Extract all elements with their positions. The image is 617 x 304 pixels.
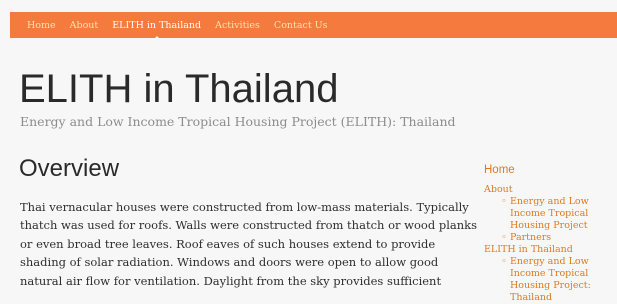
sidebar-link-partners[interactable]: ◦ Partners [484, 232, 617, 244]
nav-item-contact-us[interactable]: Contact Us [274, 20, 328, 31]
top-navbar: Home About ELITH in Thailand Activities … [10, 12, 617, 40]
sidebar-link-energy-project[interactable]: ◦ Energy and Low Income Tropical Housing … [484, 196, 617, 232]
bullet-icon: ◦ [501, 256, 507, 267]
paragraph-line: natural air flow for ventilation. Daylig… [20, 273, 442, 288]
page-subtitle: Energy and Low Income Tropical Housing P… [20, 114, 456, 129]
sidebar-link-label: Energy and Low Income Tropical Housing P… [510, 196, 589, 231]
bullet-icon: ◦ [501, 232, 507, 243]
sidebar-link-elith-in-thailand[interactable]: ELITH in Thailand [484, 244, 617, 256]
section-heading: Overview [19, 155, 120, 182]
bullet-icon: ◦ [501, 196, 507, 207]
nav-item-activities[interactable]: Activities [215, 20, 260, 31]
paragraph-line: thatch was used for roofs. Walls were co… [20, 218, 478, 233]
overview-paragraph: Thai vernacular houses were constructed … [20, 198, 478, 290]
sidebar-link-energy-project-thailand[interactable]: ◦ Energy and Low Income Tropical Housing … [484, 256, 617, 304]
nav-item-home[interactable]: Home [27, 20, 56, 31]
paragraph-line: or even broad tree leaves. Roof eaves of… [20, 236, 436, 251]
nav-item-elith-in-thailand[interactable]: ELITH in Thailand [112, 19, 202, 40]
nav-item-about[interactable]: About [70, 20, 99, 31]
nav-menu: Home About ELITH in Thailand Activities … [27, 12, 342, 40]
nav-item-label: ELITH in Thailand [112, 19, 202, 31]
paragraph-line: shading of solar radiation. Windows and … [20, 255, 439, 270]
sidebar-link-about[interactable]: About [484, 184, 617, 196]
sidebar-link-home[interactable]: Home [484, 164, 617, 176]
sidebar-link-label: Energy and Low Income Tropical Housing P… [510, 256, 591, 303]
active-caret-icon [152, 35, 161, 40]
paragraph-line: Thai vernacular houses were constructed … [20, 200, 469, 214]
page-title: ELITH in Thailand [19, 67, 339, 111]
sidebar-menu: Home About ◦ Energy and Low Income Tropic… [484, 164, 617, 304]
sidebar-link-label: Partners [510, 232, 552, 243]
